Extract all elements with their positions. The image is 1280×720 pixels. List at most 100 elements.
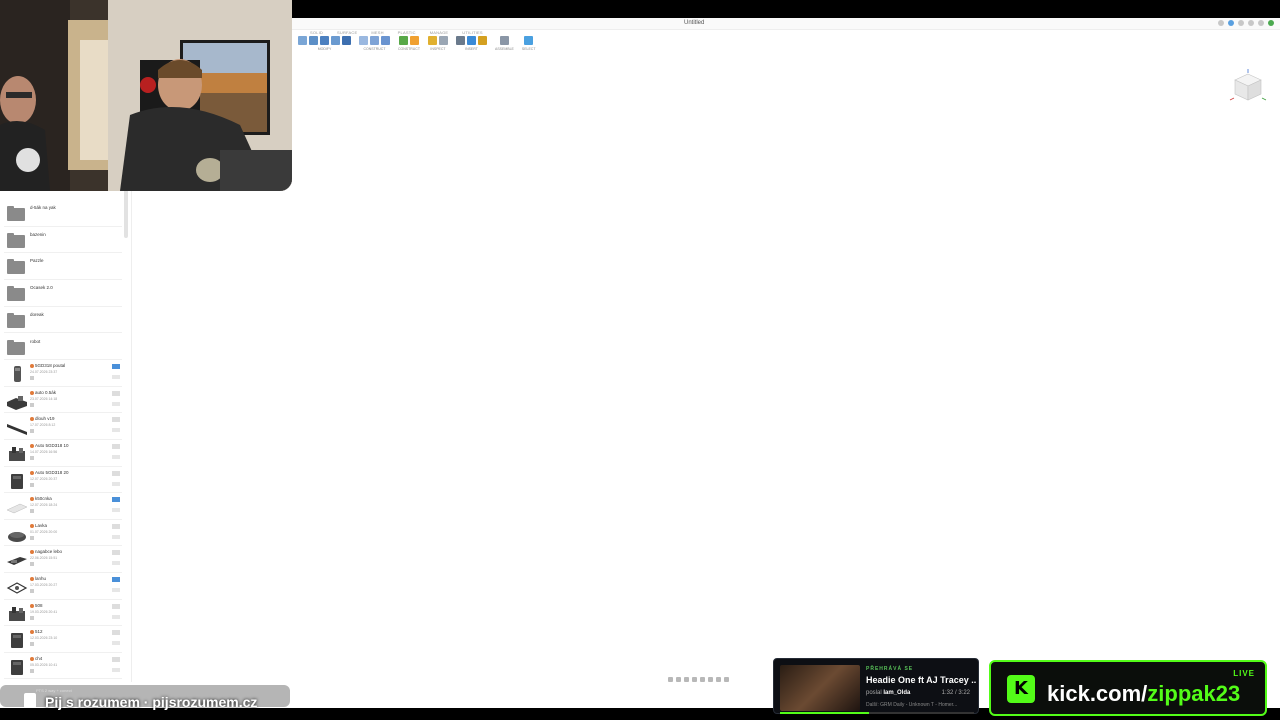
tool-icon[interactable] [331, 36, 340, 45]
version-badge[interactable] [112, 550, 120, 556]
folder-item[interactable]: robot [4, 334, 122, 361]
pan-icon[interactable] [684, 677, 689, 682]
tool-icon[interactable] [455, 36, 465, 45]
tab-mesh[interactable]: MESH [371, 30, 383, 35]
display-settings-icon[interactable] [708, 677, 713, 682]
tool-icon[interactable] [359, 36, 368, 45]
ribbon-group-label[interactable]: ASSEMBLE [495, 47, 514, 51]
design-file-item[interactable]: dlouh v19 17.07.2026 8:12 [4, 413, 122, 440]
folder-item[interactable]: doreak [4, 307, 122, 334]
tool-icon[interactable] [298, 36, 307, 45]
profile-icon[interactable] [1258, 20, 1264, 26]
tab-surface[interactable]: SURFACE [337, 30, 357, 35]
tool-icon[interactable] [466, 36, 476, 45]
design-file-item[interactable]: auto 0.5ák 23.07.2026 14:18 [4, 387, 122, 414]
design-file-item[interactable]: Lavka 01.07.2026 20:00 [4, 520, 122, 547]
design-thumbnail [9, 447, 25, 461]
file-name: Auto 5GD318 20 [35, 469, 69, 475]
tool-icon[interactable] [438, 36, 448, 45]
file-menu-icon[interactable] [112, 561, 120, 566]
file-menu-icon[interactable] [112, 534, 120, 539]
file-menu-icon[interactable] [112, 667, 120, 672]
design-file-item[interactable]: 508 19.03.2026 20:41 [4, 600, 122, 627]
tool-icon[interactable] [342, 36, 351, 45]
version-badge[interactable] [112, 470, 120, 476]
notifications-icon[interactable] [1238, 20, 1244, 26]
design-file-item[interactable]: ch4 05.03.2026 10:41 [4, 653, 122, 680]
file-menu-icon[interactable] [112, 428, 120, 433]
version-badge[interactable] [112, 630, 120, 636]
design-thumbnail [11, 659, 23, 675]
help-icon[interactable] [1248, 20, 1254, 26]
look-at-icon[interactable] [676, 677, 681, 682]
design-file-item[interactable]: Auto 5GD318 20 12.07.2026 20:37 [4, 467, 122, 494]
design-file-item[interactable]: 5GD318 poutal 24.07.2026 23:37 [4, 360, 122, 387]
design-canvas[interactable] [132, 56, 1280, 696]
folder-item[interactable]: bazenin [4, 227, 122, 254]
file-menu-icon[interactable] [112, 588, 120, 592]
ribbon-group-inspect: INSPECT [427, 36, 448, 51]
folder-item[interactable]: Pazzle [4, 253, 122, 281]
fit-icon[interactable] [700, 677, 705, 682]
tab-solid[interactable]: SOLID [310, 30, 323, 35]
file-menu-icon[interactable] [112, 614, 120, 619]
version-badge[interactable] [112, 497, 120, 503]
folder-item[interactable]: Ocasek 2.0 [4, 280, 122, 307]
version-badge[interactable] [112, 444, 120, 449]
design-file-item[interactable]: Auto 5GD318 10 14.07.2026 16:56 [4, 440, 122, 467]
tool-icon[interactable] [370, 36, 379, 45]
version-badge[interactable] [112, 523, 120, 529]
ribbon-group-label[interactable]: CONSTRUCT [364, 47, 386, 51]
version-badge[interactable] [112, 364, 120, 370]
ribbon-group-label[interactable]: INSPECT [430, 47, 445, 51]
file-menu-icon[interactable] [112, 375, 120, 380]
shared-status-icon [30, 364, 34, 369]
tool-icon[interactable] [320, 36, 329, 45]
viewports-icon[interactable] [724, 677, 729, 682]
add-tab-icon[interactable] [1218, 20, 1224, 26]
version-badge[interactable] [112, 577, 120, 582]
user-avatar[interactable] [1268, 20, 1274, 26]
file-menu-icon[interactable] [112, 481, 120, 486]
ribbon-group-label[interactable]: MODIFY [318, 47, 332, 51]
design-file-item[interactable]: lanhu 17.03.2026 20:27 [4, 573, 122, 600]
design-thumbnail [8, 531, 26, 542]
tab-utilities[interactable]: UTILITIES [462, 30, 482, 35]
ribbon-group-label[interactable]: CONSTRUCT [398, 47, 420, 51]
file-menu-icon[interactable] [112, 401, 120, 406]
version-badge[interactable] [112, 603, 120, 609]
panel-footer-item[interactable]: PTS 2 way + conect [36, 688, 72, 693]
file-date: 19.03.2026 20:41 [30, 609, 58, 614]
folder-item[interactable]: d-5ák na yak [4, 200, 122, 227]
design-file-item[interactable]: k50cnka 12.07.2026 18:24 [4, 493, 122, 520]
tab-plastic[interactable]: PLASTIC [398, 30, 416, 35]
job-status-icon[interactable] [1228, 20, 1234, 26]
tool-icon[interactable] [477, 36, 487, 45]
viewcube-icon[interactable] [1228, 68, 1268, 108]
shared-status-icon [30, 577, 34, 581]
version-badge[interactable] [112, 656, 120, 662]
file-menu-icon[interactable] [112, 641, 120, 646]
tool-icon[interactable] [309, 36, 318, 45]
tool-icon[interactable] [499, 36, 509, 45]
design-file-item[interactable]: 512 12.03.2026 23:10 [4, 626, 122, 653]
zoom-icon[interactable] [692, 677, 697, 682]
orbit-icon[interactable] [668, 677, 673, 682]
ribbon-group-assemble: ASSEMBLE [495, 36, 514, 51]
version-badge[interactable] [112, 417, 120, 423]
design-file-item[interactable]: nagabce lebo 22.06.2026 15:51 [4, 546, 122, 573]
song-time: 1:32 / 3:22 [941, 690, 970, 696]
file-menu-icon[interactable] [112, 455, 120, 459]
ribbon-group-label[interactable]: SELECT [522, 47, 536, 51]
tool-icon[interactable] [381, 36, 390, 45]
tool-icon[interactable] [409, 36, 419, 45]
file-date: 22.06.2026 15:51 [30, 556, 58, 561]
tab-manage[interactable]: MANAGE [430, 30, 449, 35]
version-badge[interactable] [112, 390, 120, 396]
tool-icon[interactable] [398, 36, 408, 45]
file-menu-icon[interactable] [112, 508, 120, 513]
tool-icon[interactable] [524, 36, 534, 45]
grid-settings-icon[interactable] [716, 677, 721, 682]
ribbon-group-label[interactable]: INSERT [465, 47, 478, 51]
tool-icon[interactable] [427, 36, 437, 45]
